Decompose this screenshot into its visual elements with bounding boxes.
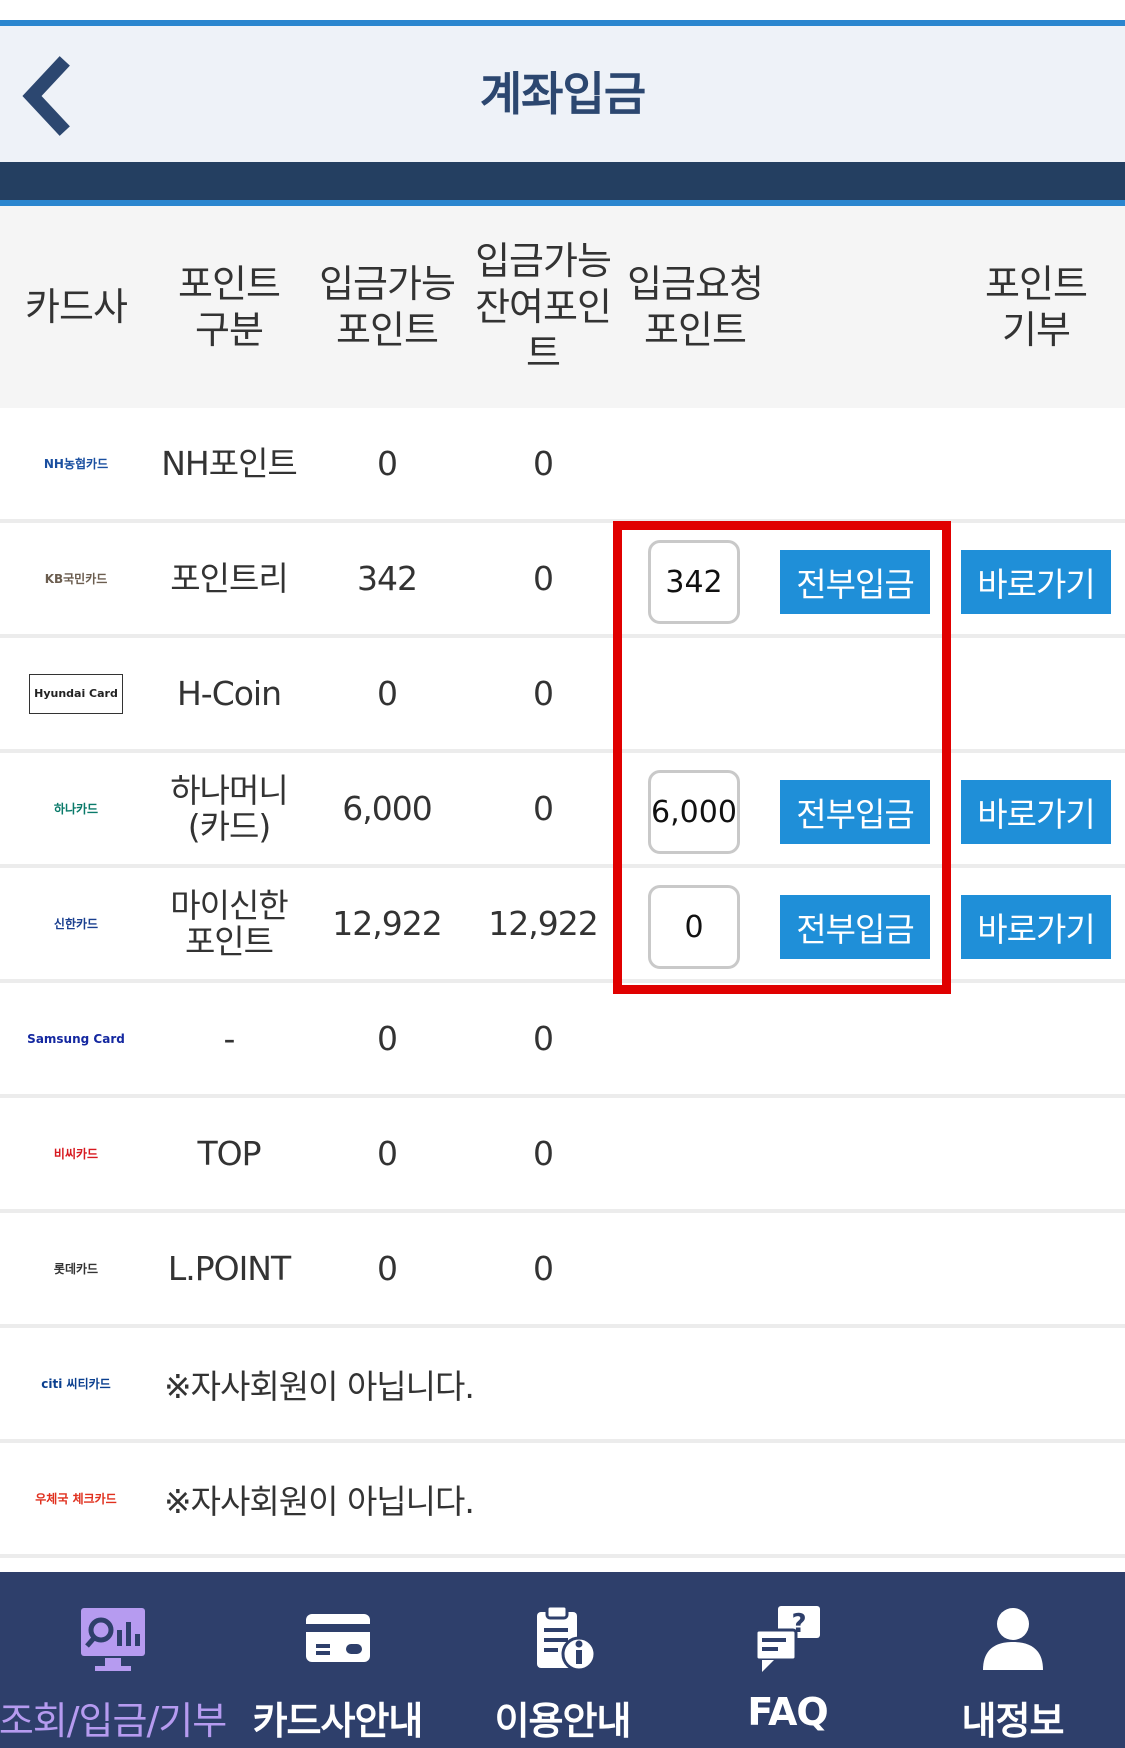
- point-type: -: [223, 1018, 236, 1058]
- request-points-input[interactable]: [648, 770, 740, 854]
- header-text: 입금가능: [319, 262, 456, 306]
- clipboard-info-icon: [527, 1604, 599, 1674]
- donate-go-button[interactable]: 바로가기: [961, 895, 1111, 959]
- faq-chat-icon: ?: [752, 1604, 824, 1674]
- available-points: 0: [377, 673, 398, 713]
- point-type-line: (카드): [187, 806, 271, 846]
- table-row: citi 씨티카드 ※자사회원이 아닙니다.: [0, 1328, 1125, 1443]
- card-logo-bc: 비씨카드: [53, 1146, 99, 1161]
- top-accent-line: [0, 0, 1125, 26]
- card-logo-hyundai: Hyundai Card: [0, 638, 152, 749]
- nav-label: 이용안내: [494, 1699, 632, 1743]
- table-row: KB국민카드 포인트리 342 0 전부입금 바로가기: [0, 523, 1125, 638]
- col-header-point-type: 포인트 구분: [152, 206, 306, 408]
- point-type: H-Coin: [176, 673, 282, 713]
- available-points: 0: [377, 1248, 398, 1288]
- point-type: TOP: [197, 1133, 261, 1173]
- nav-label: 조회/입금/기부: [0, 1699, 227, 1743]
- col-header-donate: 포인트 기부: [960, 206, 1112, 408]
- table-row: 우체국 체크카드 ※자사회원이 아닙니다.: [0, 1443, 1125, 1558]
- table-row: Hyundai Card H-Coin 0 0: [0, 638, 1125, 753]
- bottom-nav: 조회/입금/기부 카드사안내 이용안내 ? FAQ 내정보: [0, 1572, 1125, 1748]
- table-row: Samsung Card - 0 0: [0, 983, 1125, 1098]
- point-type: 포인트리: [170, 558, 288, 598]
- deposit-all-button[interactable]: 전부입금: [780, 895, 930, 959]
- point-type: 하나머니 (카드): [152, 753, 306, 864]
- header-text: 포인트: [178, 262, 281, 306]
- card-logo-citi: citi 씨티카드: [41, 1376, 111, 1391]
- remaining-points: 0: [533, 1133, 554, 1173]
- point-type-line: 포인트: [184, 921, 274, 961]
- header-text: 포인트: [985, 262, 1088, 306]
- point-type-line: 마이신한: [170, 885, 288, 925]
- card-logo-shinhan: 신한카드: [53, 916, 99, 931]
- user-icon: [977, 1604, 1049, 1674]
- header-text: 기부: [1002, 308, 1071, 352]
- card-logo-lotte: 롯데카드: [53, 1261, 99, 1276]
- table-row: 신한카드 마이신한포인트 12,922 12,922 전부입금 바로가기: [0, 868, 1125, 983]
- header-text: 포인트: [644, 308, 747, 352]
- nav-item-faq[interactable]: ? FAQ: [675, 1572, 900, 1748]
- remaining-points: 0: [533, 443, 554, 483]
- header-text: 트: [526, 331, 561, 375]
- not-member-message: ※자사회원이 아닙니다.: [164, 1366, 475, 1406]
- remaining-points: 0: [533, 558, 554, 598]
- deposit-all-button[interactable]: 전부입금: [780, 550, 930, 614]
- card-logo-samsung: Samsung Card: [27, 1031, 125, 1046]
- header-text: 잔여포인: [475, 285, 612, 329]
- header-text: 포인트: [336, 308, 439, 352]
- available-points: 0: [377, 1018, 398, 1058]
- header-text: 구분: [195, 308, 264, 352]
- donate-go-button[interactable]: 바로가기: [961, 780, 1111, 844]
- available-points: 0: [377, 443, 398, 483]
- not-member-message: ※자사회원이 아닙니다.: [164, 1481, 475, 1521]
- header-text: 입금요청: [627, 262, 764, 306]
- remaining-points: 0: [533, 788, 554, 828]
- table-row: 하나카드 하나머니(카드) 6,000 0 전부입금 바로가기: [0, 753, 1125, 868]
- nav-item-my-info[interactable]: 내정보: [900, 1572, 1125, 1748]
- credit-card-icon: [302, 1604, 374, 1674]
- remaining-points: 0: [533, 1018, 554, 1058]
- header-text: 입금가능: [475, 239, 612, 283]
- table-row: NH농협카드 NH포인트 0 0: [0, 408, 1125, 523]
- table-header: 카드사 포인트 구분 입금가능 포인트 입금가능 잔여포인 트 입금요청 포인트 포인트 기…: [0, 206, 1125, 408]
- card-logo-nh: NH농협카드: [43, 456, 109, 471]
- deposit-all-button[interactable]: 전부입금: [780, 780, 930, 844]
- available-points: 0: [377, 1133, 398, 1173]
- header-text: 카드사: [25, 285, 128, 329]
- card-logo-kb: KB국민카드: [44, 571, 108, 586]
- nav-item-card-guide[interactable]: 카드사안내: [225, 1572, 450, 1748]
- header-divider-bar: [0, 162, 1125, 206]
- point-type: 마이신한 포인트: [152, 868, 306, 979]
- nav-item-inquiry[interactable]: 조회/입금/기부: [0, 1572, 227, 1748]
- available-points: 12,922: [332, 903, 442, 943]
- point-type: L.POINT: [167, 1248, 291, 1288]
- nav-item-usage-guide[interactable]: 이용안내: [450, 1572, 675, 1748]
- request-points-input[interactable]: [648, 540, 740, 624]
- nav-label: 카드사안내: [252, 1699, 424, 1743]
- request-points-input[interactable]: [648, 885, 740, 969]
- nav-label: 내정보: [961, 1699, 1065, 1743]
- card-logo-epost: 우체국 체크카드: [35, 1491, 117, 1506]
- donate-go-button[interactable]: 바로가기: [961, 550, 1111, 614]
- col-header-remaining: 입금가능 잔여포인 트: [468, 206, 618, 408]
- table-row: 비씨카드 TOP 0 0: [0, 1098, 1125, 1213]
- remaining-points: 0: [533, 1248, 554, 1288]
- col-header-available: 입금가능 포인트: [306, 206, 468, 408]
- remaining-points: 0: [533, 673, 554, 713]
- app-header: 계좌입금: [0, 26, 1125, 162]
- point-type: NH포인트: [161, 443, 298, 483]
- col-header-card-company: 카드사: [0, 206, 152, 408]
- logo-text: Hyundai Card: [29, 673, 123, 714]
- page-title: 계좌입금: [479, 67, 646, 121]
- available-points: 342: [357, 558, 418, 598]
- remaining-points: 12,922: [488, 903, 598, 943]
- table-row: 롯데카드 L.POINT 0 0: [0, 1213, 1125, 1328]
- nav-label: FAQ: [747, 1690, 828, 1734]
- col-header-request: 입금요청 포인트: [618, 206, 772, 408]
- chart-search-icon: [77, 1604, 149, 1674]
- card-logo-hana: 하나카드: [53, 801, 99, 816]
- available-points: 6,000: [342, 788, 432, 828]
- point-type-line: 하나머니: [170, 770, 288, 810]
